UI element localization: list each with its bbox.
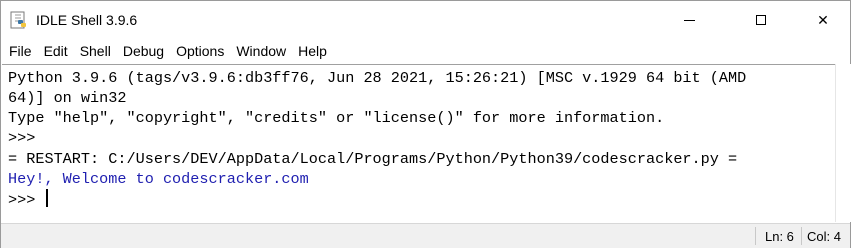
shell-line-banner-2: 64)] on win32 — [8, 89, 127, 107]
minimize-icon — [683, 19, 695, 21]
status-bar: Ln: 6 Col: 4 — [1, 223, 850, 248]
shell-output-line: Hey!, Welcome to codescracker.com — [8, 170, 309, 188]
menu-options[interactable]: Options — [172, 40, 228, 62]
title-bar[interactable]: IDLE Shell 3.9.6 ✕ — [1, 1, 850, 39]
window-title: IDLE Shell 3.9.6 — [36, 12, 138, 28]
shell-prompt-2[interactable]: >>> — [8, 189, 49, 210]
maximize-icon — [756, 15, 766, 25]
maximize-button[interactable] — [738, 1, 784, 39]
shell-line-banner-3: Type "help", "copyright", "credits" or "… — [8, 109, 665, 127]
menu-edit[interactable]: Edit — [40, 40, 72, 62]
shell-restart-line: = RESTART: C:/Users/DEV/AppData/Local/Pr… — [8, 150, 738, 168]
prompt-text: >>> — [8, 191, 45, 209]
close-button[interactable]: ✕ — [800, 1, 846, 39]
menu-debug[interactable]: Debug — [119, 40, 168, 62]
minimize-button[interactable] — [666, 1, 712, 39]
vertical-scrollbar[interactable] — [835, 64, 851, 222]
menu-bar: File Edit Shell Debug Options Window Hel… — [1, 40, 850, 62]
status-divider — [755, 227, 756, 245]
menu-window[interactable]: Window — [232, 40, 290, 62]
close-icon: ✕ — [817, 11, 829, 28]
status-line-number: Ln: 6 — [765, 229, 794, 244]
idle-shell-window: IDLE Shell 3.9.6 ✕ File Edit Shell Debug… — [0, 0, 851, 248]
python-idle-icon — [10, 11, 26, 29]
shell-prompt-1: >>> — [8, 129, 45, 147]
status-divider — [801, 227, 802, 245]
shell-line-banner-1: Python 3.9.6 (tags/v3.9.6:db3ff76, Jun 2… — [8, 69, 747, 87]
menu-file[interactable]: File — [5, 40, 36, 62]
menu-help[interactable]: Help — [294, 40, 331, 62]
shell-text-area[interactable]: Python 3.9.6 (tags/v3.9.6:db3ff76, Jun 2… — [2, 64, 835, 223]
status-column-number: Col: 4 — [807, 229, 841, 244]
text-cursor — [46, 189, 49, 207]
menu-shell[interactable]: Shell — [76, 40, 115, 62]
